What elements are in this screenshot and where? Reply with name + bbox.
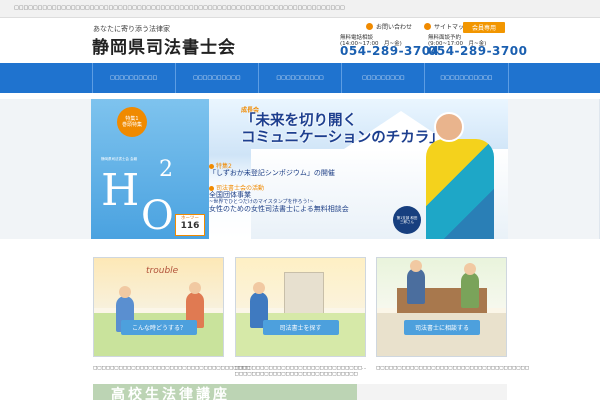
interview-reservation: 無料面談予約 (9:00~17:00 月~金) 054-289-3700: [428, 35, 527, 57]
card-what-to-do[interactable]: trouble こんな時どうする？ □□□□□□□□□□□□□□□□□□□□□□…: [93, 257, 251, 378]
banner-side-panel: [357, 384, 507, 400]
interview-reservation-number[interactable]: 054-289-3700: [428, 45, 527, 57]
feature2-title: 「しずおか未登記シンポジウム」の開催: [209, 169, 335, 177]
nav-item-4[interactable]: □□□□□□□□□: [341, 63, 424, 93]
card-consult-scrivener[interactable]: 司法書士に相談する □□□□□□□□□□□□□□□□□□□□□□□□□□□□□□…: [376, 257, 530, 378]
h2o-subtitle: 静岡県司法書士会 会報: [101, 157, 138, 161]
person-figure: [407, 268, 425, 304]
feature-badge: 特集1 巻頭特集: [117, 107, 147, 137]
activities-line1: 全国団体事業: [209, 191, 251, 199]
card-find-scrivener[interactable]: 司法書士を探す □□□□□□□□□□□□□□□□□□□□□□□□□□□□□□..…: [234, 257, 367, 378]
contact-link-label: お問い合わせ: [376, 24, 413, 31]
issue-number-badge: ホーツー 116: [175, 214, 205, 236]
contact-link[interactable]: お問い合わせ: [366, 22, 412, 31]
hero-title-line2: コミュニケーションのチカラ」: [241, 130, 444, 146]
nav-item-5[interactable]: □□□□□□□□□□□: [424, 63, 509, 93]
site-header: あなたに寄り添う法律家 静岡県司法書士会 お問い合わせ サイトマップ 会員専用 …: [0, 18, 600, 62]
person-jacket: [426, 139, 494, 239]
person-head: [189, 282, 201, 294]
nav-item-3[interactable]: □□□□□□□□□□: [257, 63, 341, 93]
hero-slider[interactable]: 特集1 巻頭特集 静岡県司法書士会 会報 H 2 O ホーツー 116 成長会 …: [0, 99, 600, 239]
feature-badge-line2: 巻頭特集: [121, 122, 142, 128]
contact-bullet-icon: [366, 23, 373, 30]
newsletter-cover-panel: 特集1 巻頭特集 静岡県司法書士会 会報 H 2 O ホーツー 116: [91, 99, 209, 239]
trouble-sign: trouble: [146, 266, 179, 276]
nav-item-2[interactable]: □□□□□□□□□□: [174, 63, 258, 93]
activities-block: 司法書士会の活動 全国団体事業 ~世界でひとつだけのマイスタンプを作ろう!~ 女…: [209, 185, 349, 213]
nav-item-1[interactable]: □□□□□□□□□□: [91, 63, 175, 93]
person-name-badge: 第1支部 和田三郎さん: [393, 206, 421, 234]
highschool-law-banner[interactable]: 高校生法律講座: [93, 384, 507, 400]
feature2-block: 特集2 「しずおか未登記シンポジウム」の開催: [209, 163, 335, 177]
person-head: [464, 263, 476, 275]
hero-prev-slide-preview[interactable]: [0, 99, 91, 239]
sitemap-bullet-icon: [424, 23, 432, 30]
card-description: □□□□□□□□□□□□□□□□□□□□□□□□□□□□□□... □□□□□□…: [234, 366, 367, 377]
members-only-button[interactable]: 会員専用: [463, 22, 505, 33]
card-illustration[interactable]: trouble こんな時どうする？: [93, 257, 224, 357]
card-description: □□□□□□□□□□□□□□□□□□□□□□□□□□□□□□□□□□□□□: [93, 366, 251, 371]
phone-consultation: 無料電話相談 (14:00~17:00 月~金) 054-289-3704: [340, 35, 439, 57]
activities-line3: 女性のための女性司法書士による無料相談会: [209, 205, 349, 213]
card-illustration[interactable]: 司法書士に相談する: [376, 257, 507, 357]
h2o-h: H: [101, 165, 140, 216]
building-image: [283, 272, 324, 316]
feature-cards: trouble こんな時どうする？ □□□□□□□□□□□□□□□□□□□□□□…: [93, 257, 530, 378]
person-head: [252, 282, 265, 294]
h2o-o: O: [141, 193, 174, 239]
hero-next-slide-preview[interactable]: [508, 99, 599, 239]
highschool-law-banner-title: 高校生法律講座: [111, 387, 230, 400]
top-notice-bar: □□□□□□□□□□□□□□□□□□□□□□□□□□□□□□□□□□□□□□□□…: [0, 0, 600, 18]
utility-links: お問い合わせ サイトマップ: [366, 22, 478, 31]
global-nav: □□□□□□□□□□ □□□□□□□□□□ □□□□□□□□□□ □□□□□□□…: [0, 63, 600, 93]
issue-number: 116: [180, 221, 200, 231]
site-logo-title[interactable]: 静岡県司法書士会: [92, 33, 236, 58]
person-head: [410, 260, 422, 272]
person-face: [434, 112, 464, 142]
person-head: [119, 286, 131, 298]
phone-consultation-number[interactable]: 054-289-3704: [340, 45, 439, 57]
hero-banner[interactable]: 特集1 巻頭特集 静岡県司法書士会 会報 H 2 O ホーツー 116 成長会 …: [91, 99, 508, 239]
card-caption[interactable]: こんな時どうする？: [121, 320, 197, 335]
featured-person-photo: [426, 109, 496, 239]
card-illustration[interactable]: 司法書士を探す: [234, 257, 366, 357]
card-caption[interactable]: 司法書士に相談する: [404, 320, 480, 335]
hero-title-line1: 「未来を切り開く: [241, 113, 357, 129]
card-description: □□□□□□□□□□□□□□□□□□□□□□□□□□□□□□□□□□□□: [376, 366, 530, 371]
h2o-2: 2: [159, 157, 173, 182]
person-figure: [461, 272, 479, 308]
hero-title: 「未来を切り開く コミュニケーションのチカラ」: [241, 113, 444, 147]
card-caption[interactable]: 司法書士を探す: [262, 320, 339, 335]
